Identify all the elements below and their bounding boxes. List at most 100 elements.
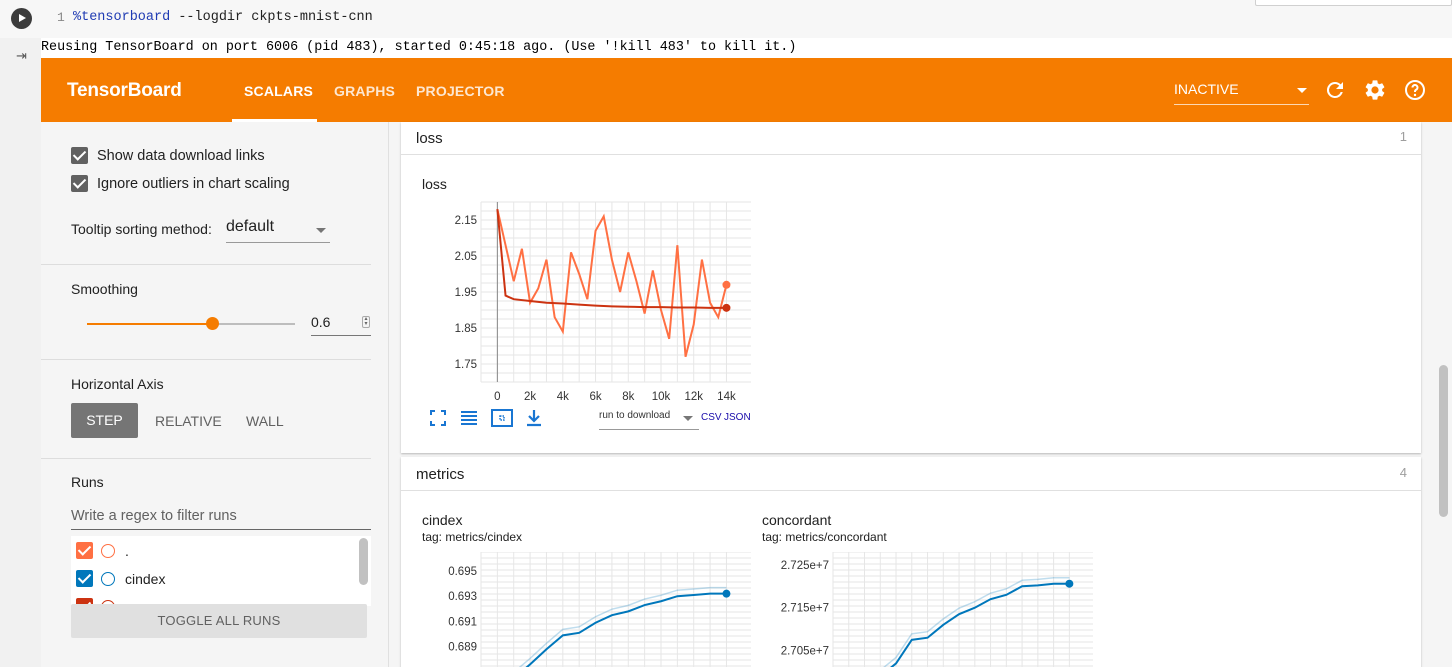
output-gutter [0,38,41,667]
toggle-all-runs-button[interactable]: TOGGLE ALL RUNS [71,604,367,638]
concordant-chart[interactable]: 2.725e+7 2.715e+7 2.705e+7 [761,552,1101,667]
series-last-point [722,280,731,289]
run-cell-button[interactable] [11,8,32,29]
json-link[interactable]: JSON [724,412,751,423]
tab-graphs[interactable]: GRAPHS [334,83,395,99]
axis-relative-button[interactable]: RELATIVE [155,413,222,429]
smoothing-input[interactable]: 0.6 ▴ ▾ [311,312,371,336]
horizontal-axis-label: Horizontal Axis [71,376,164,392]
loss-section-count: 1 [1399,129,1407,144]
run-item[interactable]: . [71,536,361,564]
tooltip-sorting-select[interactable]: default [226,217,330,243]
concordant-chart-title: concordant [762,512,832,528]
loss-section-title[interactable]: loss [416,130,443,147]
main-panel: loss 1 loss 2.15 2.05 1.95 1.85 1.75 0 2k 4k 6k 8… [389,122,1452,667]
divider [401,490,1421,491]
sidebar: Show data download links Ignore outliers… [41,122,389,667]
fullscreen-icon[interactable] [429,409,447,427]
x-tick-label: 10k [652,391,671,403]
cindex-chart-title: cindex [422,512,463,528]
code-cell[interactable]: 1 %tensorboard --logdir ckpts-mnist-cnn [0,0,1452,38]
code-args: --logdir ckpts-mnist-cnn [170,10,373,25]
tab-scalars[interactable]: SCALARS [244,83,313,99]
runs-scrollbar[interactable] [359,538,368,585]
divider [41,458,371,459]
ignore-outliers-label: Ignore outliers in chart scaling [97,176,290,192]
tooltip-sorting-value: default [226,218,275,235]
concordant-chart-tag: tag: metrics/concordant [762,530,887,544]
x-tick-label: 14k [717,391,736,403]
loss-card: loss 1 loss 2.15 2.05 1.95 1.85 1.75 0 2k 4k 6k 8… [401,122,1421,453]
csv-link[interactable]: CSV [701,412,722,423]
series-last-point [722,303,731,312]
output-actions-icon[interactable]: ⇥ [16,49,30,63]
show-download-links-checkbox[interactable] [71,147,88,164]
tab-projector[interactable]: PROJECTOR [416,83,505,99]
main-scrollbar[interactable] [1439,365,1448,517]
run-color-circle[interactable] [101,544,115,558]
metrics-section-title[interactable]: metrics [416,466,464,483]
code-magic: %tensorboard [73,10,171,25]
metrics-card: metrics 4 cindex tag: metrics/cindex 0.6… [401,457,1421,667]
axis-wall-button[interactable]: WALL [246,413,284,429]
code-line[interactable]: %tensorboard --logdir ckpts-mnist-cnn [73,10,373,25]
divider [41,359,371,360]
tensorboard-logo: TensorBoard [67,80,182,101]
line-number: 1 [57,10,65,25]
runs-list: . cindex [71,536,371,606]
smoothing-slider-track[interactable] [87,323,295,325]
run-to-download-label: run to download [599,410,671,421]
run-name: . [125,543,129,559]
run-color-circle[interactable] [101,572,115,586]
show-download-links-label: Show data download links [97,148,265,164]
x-tick-label: 2k [524,391,536,403]
run-checkbox[interactable] [76,570,93,587]
x-tick-label: 4k [557,391,569,403]
spinner-icon[interactable]: ▴ ▾ [362,316,370,328]
series-line [890,582,1070,667]
y-tick-label: 2.725e+7 [781,560,829,572]
y-tick-label: 2.15 [455,215,477,227]
cindex-chart[interactable]: 0.695 0.693 0.691 0.689 [421,552,761,667]
smoothing-value: 0.6 [311,314,331,330]
help-icon[interactable] [1403,78,1427,102]
download-icon[interactable] [525,409,543,427]
ignore-outliers-checkbox[interactable] [71,175,88,192]
run-to-download-select[interactable]: run to download [599,408,699,430]
smoothing-slider-fill [87,323,212,325]
cindex-chart-tag: tag: metrics/cindex [422,530,523,544]
fit-domain-icon[interactable] [491,409,513,427]
run-checkbox[interactable] [76,542,93,559]
smoothing-slider-knob[interactable] [205,317,219,330]
y-tick-label: 2.715e+7 [781,603,829,615]
series-last-point [722,589,731,598]
run-name: cindex [125,571,166,587]
runs-filter-input[interactable]: Write a regex to filter runs [71,506,371,530]
y-tick-label: 0.695 [448,566,477,578]
axis-step-button[interactable]: STEP [71,403,138,438]
y-tick-label: 1.75 [455,359,477,371]
y-tick-label: 0.689 [448,642,477,654]
metrics-section-count: 4 [1399,465,1407,480]
log-scale-icon[interactable] [460,409,478,427]
settings-icon[interactable] [1363,78,1387,102]
y-tick-label: 0.693 [448,591,477,603]
smoothing-label: Smoothing [71,281,138,297]
series-last-point [1065,579,1074,588]
divider [401,154,1421,155]
divider [41,264,371,265]
x-tick-label: 0 [494,391,500,403]
cell-toolbar[interactable] [1255,0,1452,6]
tensorboard-header: TensorBoard SCALARS GRAPHS PROJECTOR INA… [41,58,1452,122]
chevron-down-icon [316,228,326,233]
runs-label: Runs [71,474,104,490]
tooltip-sorting-label: Tooltip sorting method: [71,221,212,237]
run-item[interactable]: cindex [71,564,361,592]
plugin-status-select[interactable]: INACTIVE [1174,80,1309,105]
loss-chart-title: loss [422,176,447,192]
loss-chart[interactable]: 2.15 2.05 1.95 1.85 1.75 0 2k 4k 6k 8k 10k 12k 14k [421,198,761,408]
refresh-icon[interactable] [1323,78,1347,102]
y-tick-label: 1.85 [455,323,477,335]
cell-output: Reusing TensorBoard on port 6006 (pid 48… [41,40,797,55]
x-tick-label: 12k [684,391,703,403]
